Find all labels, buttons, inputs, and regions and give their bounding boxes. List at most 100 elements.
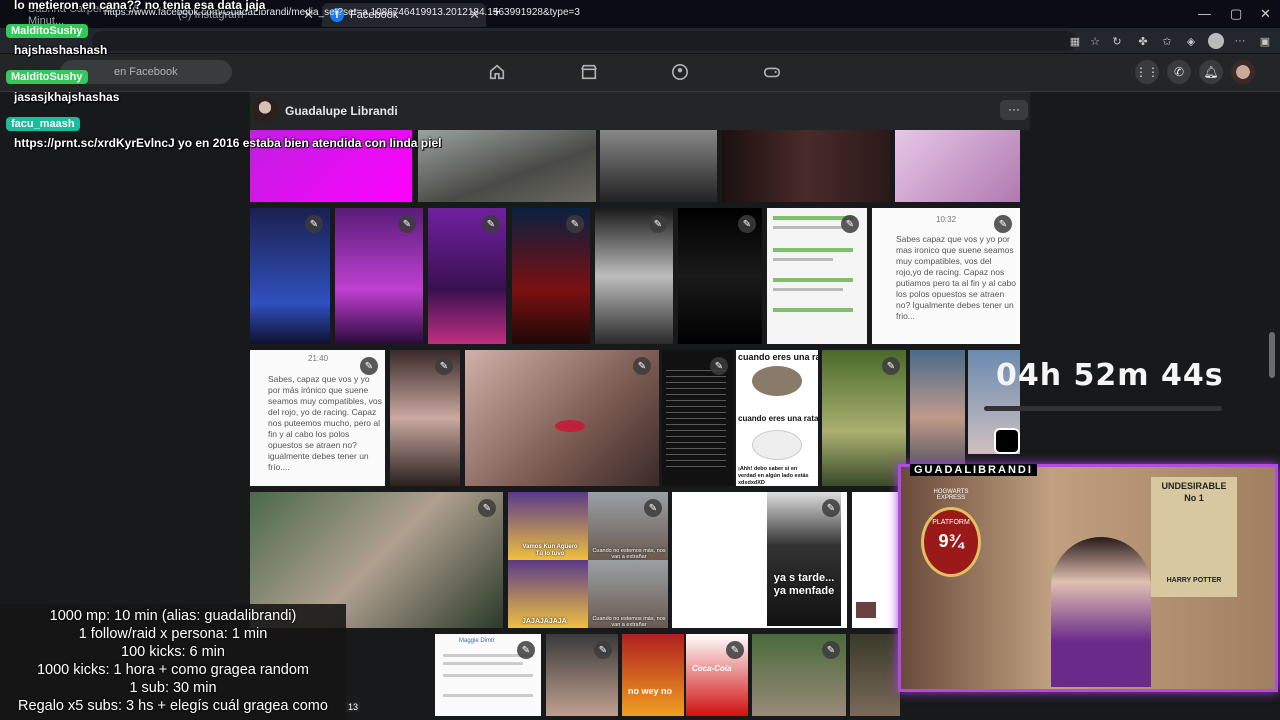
edit-icon[interactable]: ✎ (594, 641, 612, 659)
chat-username: MalditoSushy (6, 24, 88, 38)
photo-tile[interactable]: no wey no (622, 634, 684, 716)
meme-text: Cuando no estemos más, nos van a extraña… (592, 616, 666, 628)
edit-icon[interactable]: ✎ (644, 499, 662, 517)
extensions-icon[interactable]: ✤ (1136, 34, 1150, 48)
groups-icon[interactable] (671, 63, 689, 81)
edit-icon[interactable]: ✎ (517, 641, 535, 659)
meme-text: JAJAJAJAJA (522, 618, 567, 625)
photo-tile[interactable]: ya s tarde... ya menfade ✎ (672, 492, 847, 628)
edit-icon[interactable]: ✎ (478, 499, 496, 517)
edit-icon[interactable]: ✎ (841, 215, 859, 233)
photo-tile[interactable]: ✎ (767, 208, 867, 344)
chat-username: facu_maash (6, 117, 80, 131)
search-placeholder: en Facebook (114, 66, 178, 78)
poster-name: HARRY POTTER (1166, 577, 1222, 584)
photo-tile[interactable]: 10:32 Sabes capaz que vos y yo por mas i… (872, 208, 1020, 344)
scrollbar[interactable] (1269, 332, 1275, 378)
chat-message: hajshashashash (14, 43, 108, 57)
edit-icon[interactable]: ✎ (482, 215, 500, 233)
meme-text: cuando eres una rat (738, 352, 818, 362)
photo-tile[interactable] (418, 130, 596, 202)
url-box[interactable] (92, 31, 1077, 51)
edit-icon[interactable]: ✎ (994, 215, 1012, 233)
photo-tile[interactable]: Maggie Dimti ✎ (435, 634, 541, 716)
edit-icon[interactable]: ✎ (305, 215, 323, 233)
messenger-icon[interactable]: ✆ (1167, 60, 1191, 84)
poster-subtitle: No 1 (1184, 493, 1204, 503)
photo-tile[interactable]: Vamos Kun Agüero Tú lo tuvo Cuando no es… (508, 492, 668, 628)
more-options-button[interactable]: ··· (1000, 100, 1028, 120)
favorites-icon[interactable]: ✩ (1160, 34, 1174, 48)
edit-icon[interactable]: ✎ (435, 357, 453, 375)
poster-title: UNDESIRABLE (1161, 481, 1227, 491)
notifications-icon[interactable]: 🔔︎ (1199, 60, 1223, 84)
photo-tile[interactable]: ✎ (335, 208, 423, 344)
message-time: 10:32 (936, 215, 957, 224)
photo-tile[interactable] (850, 634, 900, 716)
brand-text: Coca-Cola (692, 664, 732, 673)
shield-icon[interactable]: ◈ (1184, 34, 1198, 48)
goal-item: 1000 kicks: 1 hora + como gragea random (36, 662, 310, 678)
photo-tile[interactable]: ✎ (250, 208, 330, 344)
meme-text: Vamos Kun Agüero Tú lo tuvo (522, 544, 578, 557)
webcam-frame: PLATFORM 9¾ HOGWARTS EXPRESS UNDESIRABLE… (898, 464, 1278, 692)
edit-icon[interactable]: ✎ (633, 357, 651, 375)
photo-tile[interactable] (895, 130, 1020, 202)
sidebar-icon[interactable]: ▣ (1258, 34, 1272, 48)
minimize-button[interactable]: — (1198, 6, 1211, 21)
edit-icon[interactable]: ✎ (822, 641, 840, 659)
menu-grid-icon[interactable]: ⋮⋮ (1135, 60, 1159, 84)
photo-tile[interactable]: Coca-Cola ✎ (686, 634, 748, 716)
refresh-icon[interactable]: ↻ (1110, 34, 1124, 48)
photo-tile[interactable] (852, 492, 902, 628)
meme-text: cuando eres una rata blanc (738, 414, 818, 423)
edit-icon[interactable]: ✎ (566, 215, 584, 233)
chat-message: jasasjkhajshashas (14, 90, 120, 104)
edit-icon[interactable]: ✎ (710, 357, 728, 375)
edit-icon[interactable]: ✎ (360, 357, 378, 375)
side-counter: 13 (346, 702, 361, 712)
avatar[interactable] (252, 97, 278, 123)
edit-icon[interactable]: ✎ (649, 215, 667, 233)
marketplace-icon[interactable] (580, 63, 598, 81)
maximize-button[interactable]: ▢ (1230, 6, 1242, 22)
photo-tile[interactable]: ✎ (546, 634, 618, 716)
photo-tile[interactable]: ✎ (662, 350, 734, 486)
platform-number: 9¾ (938, 531, 964, 551)
photo-tile[interactable]: ✎ (752, 634, 846, 716)
photo-tile[interactable]: ✎ (428, 208, 506, 344)
photo-tile[interactable] (722, 130, 890, 202)
hogwarts-text: HOGWARTS EXPRESS (933, 489, 969, 501)
photo-tile[interactable]: cuando eres una rat cuando eres una rata… (736, 350, 818, 486)
post-author: Maggie Dimti (459, 638, 495, 644)
album-owner-name[interactable]: Guadalupe Librandi (285, 104, 398, 118)
chat-message: https://prnt.sc/xrdKyrEvlncJ yo en 2016 … (14, 136, 442, 150)
edit-icon[interactable]: ✎ (726, 641, 744, 659)
photo-tile[interactable] (600, 130, 717, 202)
goal-item: 100 kicks: 6 min (121, 644, 225, 660)
photo-tile[interactable]: ✎ (595, 208, 673, 344)
subathon-goals-panel: 1000 mp: 10 min (alias: guadalibrandi) 1… (0, 604, 346, 720)
photo-tile[interactable]: ✎ (678, 208, 762, 344)
close-window-button[interactable]: ✕ (1260, 6, 1271, 22)
home-icon[interactable] (488, 63, 506, 81)
photo-tile[interactable]: ✎ (465, 350, 659, 486)
reader-icon[interactable]: ▦ (1068, 34, 1082, 48)
menu-icon[interactable]: ··· (1233, 34, 1247, 48)
edit-icon[interactable]: ✎ (398, 215, 416, 233)
gaming-icon[interactable] (763, 63, 781, 81)
goal-item: Regalo x5 subs: 3 hs + elegís cuál grage… (18, 698, 328, 714)
photo-tile[interactable]: ✎ (512, 208, 590, 344)
photo-tile[interactable]: ✎ (822, 350, 906, 486)
photo-tile[interactable]: ✎ (390, 350, 460, 486)
message-text: Sabes capaz que vos y yo por mas ironico… (896, 234, 1017, 321)
edit-icon[interactable]: ✎ (822, 499, 840, 517)
platform-text: PLATFORM (932, 519, 970, 526)
star-icon[interactable]: ☆ (1088, 34, 1102, 48)
edit-icon[interactable]: ✎ (738, 215, 756, 233)
chat-message: lo metieron en cana?? no tenia esa data … (14, 0, 266, 12)
photo-tile[interactable]: 21:40 Sabes, capaz que vos y yo por más … (250, 350, 385, 486)
avatar[interactable] (1231, 60, 1255, 84)
edit-icon[interactable]: ✎ (882, 357, 900, 375)
profile-avatar[interactable] (1208, 33, 1224, 49)
